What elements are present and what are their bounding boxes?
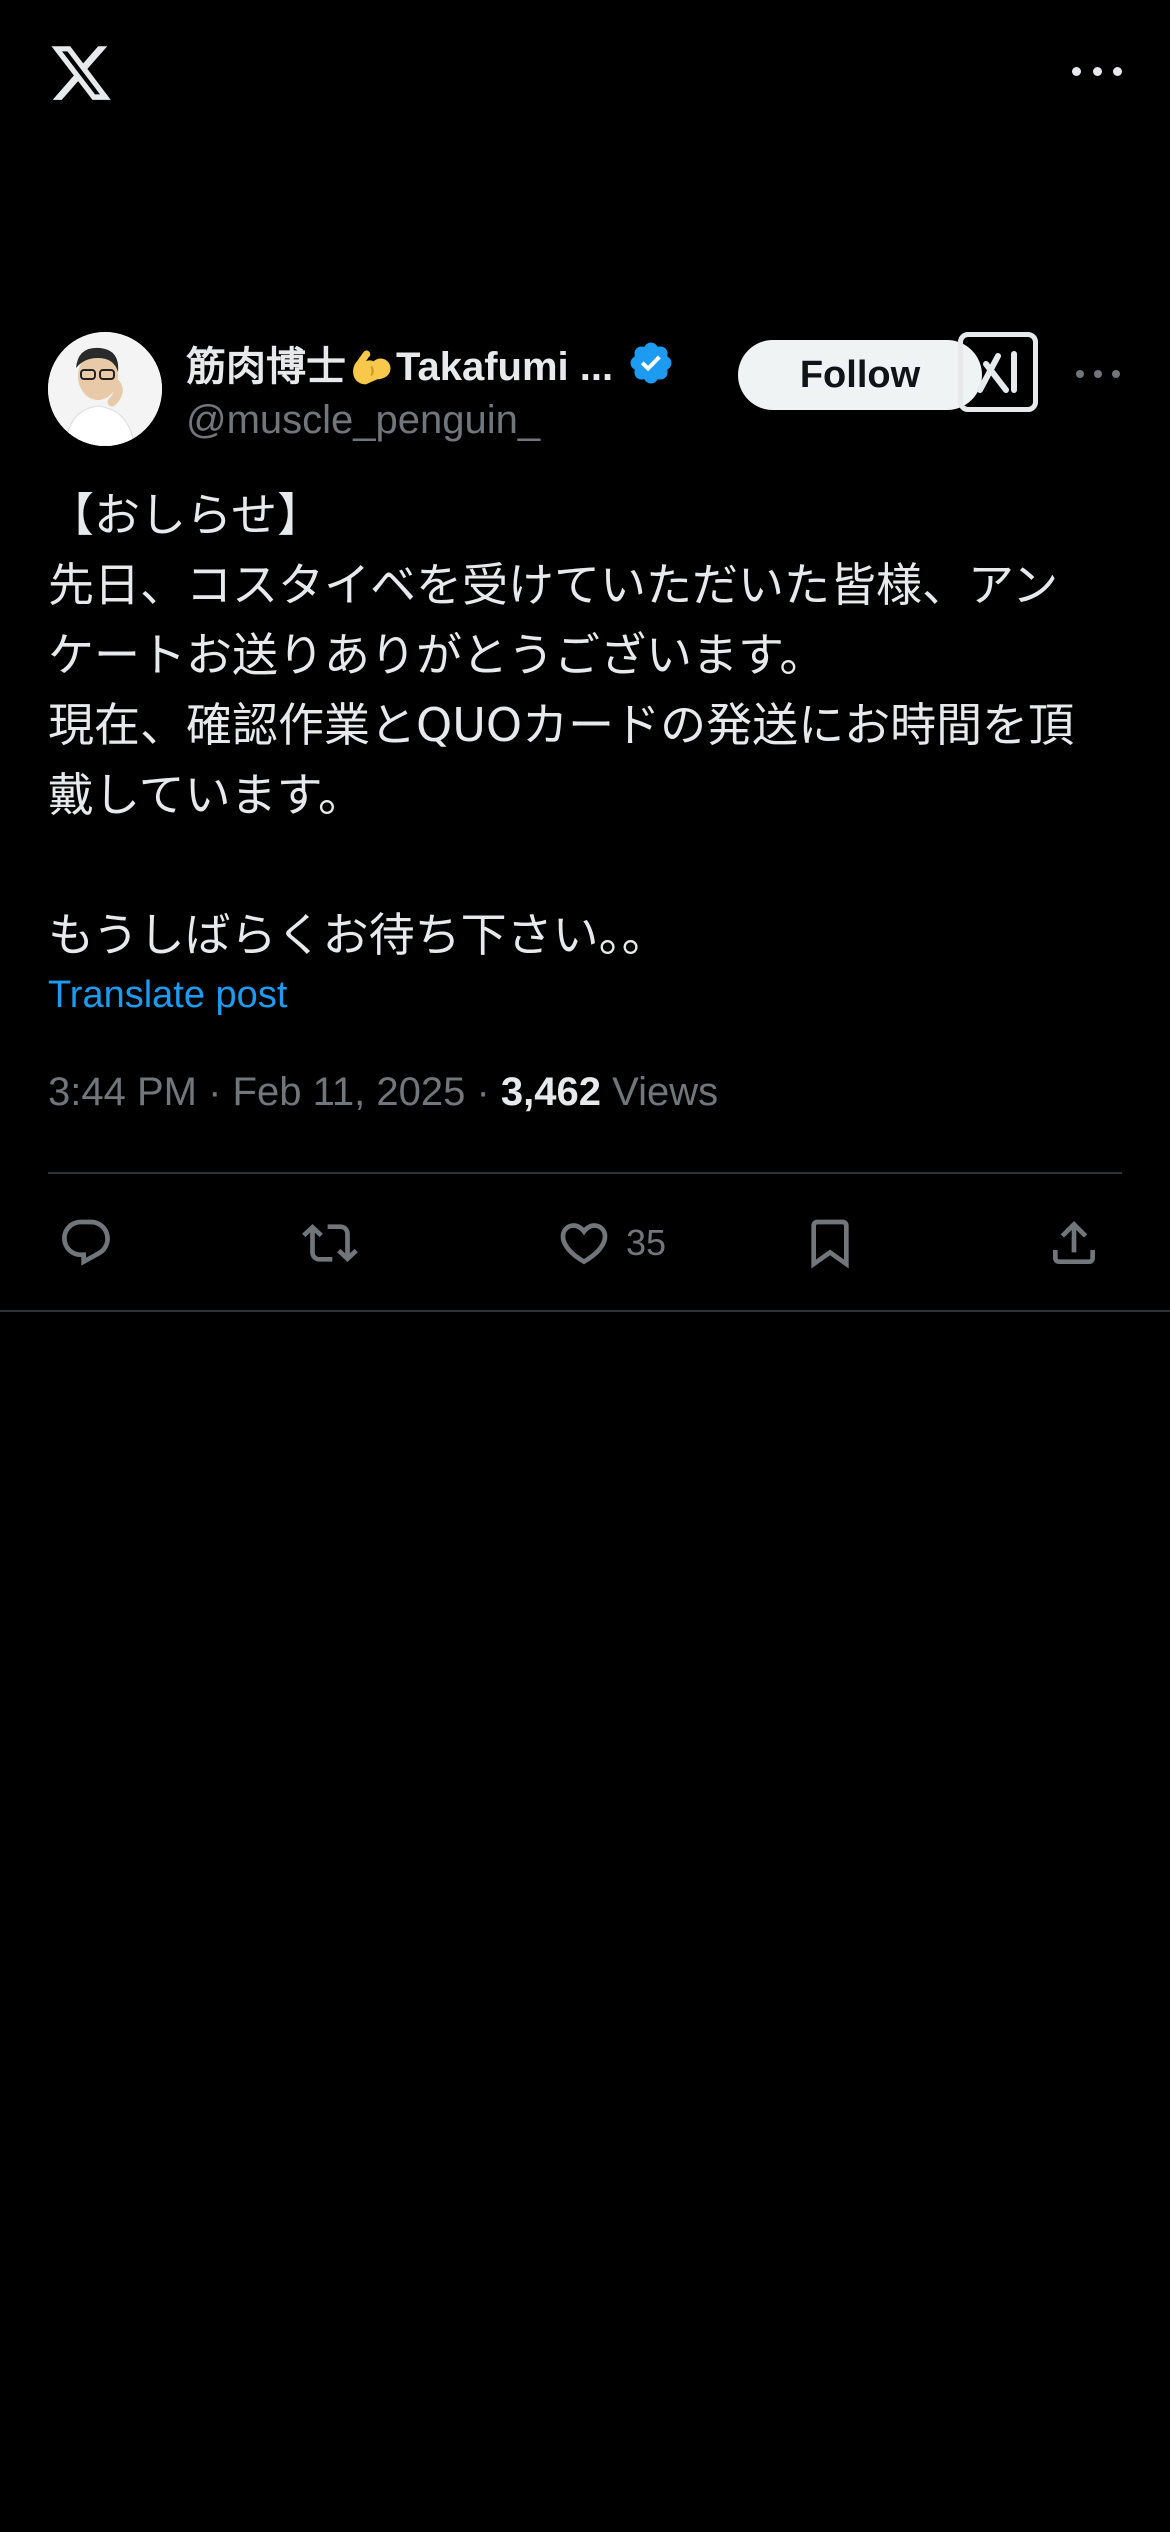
post-author-row: 筋肉博士 Takafumi ... @muscle_penguin_ Follow bbox=[48, 332, 1122, 447]
avatar-image bbox=[48, 332, 162, 446]
post-meta: 3:44 PM · Feb 11, 2025 · 3,462 Views bbox=[48, 1070, 718, 1115]
share-icon bbox=[1053, 1221, 1095, 1264]
heart-icon bbox=[560, 1223, 608, 1265]
display-name: 筋肉博士 Takafumi ... bbox=[186, 334, 613, 392]
reply-button[interactable] bbox=[58, 1206, 114, 1280]
post-more-button[interactable] bbox=[1076, 368, 1120, 380]
translate-post-link[interactable]: Translate post bbox=[48, 974, 287, 1017]
top-bar bbox=[0, 0, 1170, 150]
repost-button[interactable] bbox=[302, 1206, 358, 1280]
meta-separator: · bbox=[208, 1070, 222, 1114]
views-label: Views bbox=[612, 1070, 719, 1114]
views-count: 3,462 bbox=[500, 1070, 602, 1114]
like-button[interactable]: 35 bbox=[556, 1206, 666, 1280]
post-time[interactable]: 3:44 PM bbox=[48, 1070, 197, 1114]
more-options-button[interactable] bbox=[1072, 56, 1122, 86]
verified-badge-icon bbox=[630, 342, 672, 384]
avatar[interactable] bbox=[48, 332, 162, 446]
post-text: 【おしらせ】 先日、コスタイベを受けていただいた皆様、アン ケートお送りありがと… bbox=[48, 488, 1075, 962]
bookmark-button[interactable] bbox=[802, 1206, 858, 1280]
follow-button[interactable]: Follow bbox=[738, 340, 982, 410]
action-bar: 35 bbox=[48, 1206, 1122, 1280]
author-names[interactable]: 筋肉博士 Takafumi ... @muscle_penguin_ bbox=[186, 334, 706, 443]
divider bbox=[0, 1310, 1170, 1312]
repost-icon bbox=[302, 1224, 358, 1262]
grok-icon bbox=[977, 351, 1017, 393]
divider bbox=[48, 1172, 1122, 1174]
meta-separator: · bbox=[476, 1070, 490, 1114]
flexed-biceps-icon bbox=[353, 350, 391, 385]
share-button[interactable] bbox=[1046, 1206, 1102, 1280]
reply-icon bbox=[62, 1219, 110, 1266]
bookmark-icon bbox=[811, 1219, 849, 1269]
grok-button[interactable] bbox=[958, 332, 1038, 412]
author-handle: @muscle_penguin_ bbox=[186, 398, 541, 442]
x-logo-icon[interactable] bbox=[48, 40, 114, 106]
like-count: 35 bbox=[626, 1222, 667, 1263]
post-date[interactable]: Feb 11, 2025 bbox=[233, 1070, 466, 1114]
